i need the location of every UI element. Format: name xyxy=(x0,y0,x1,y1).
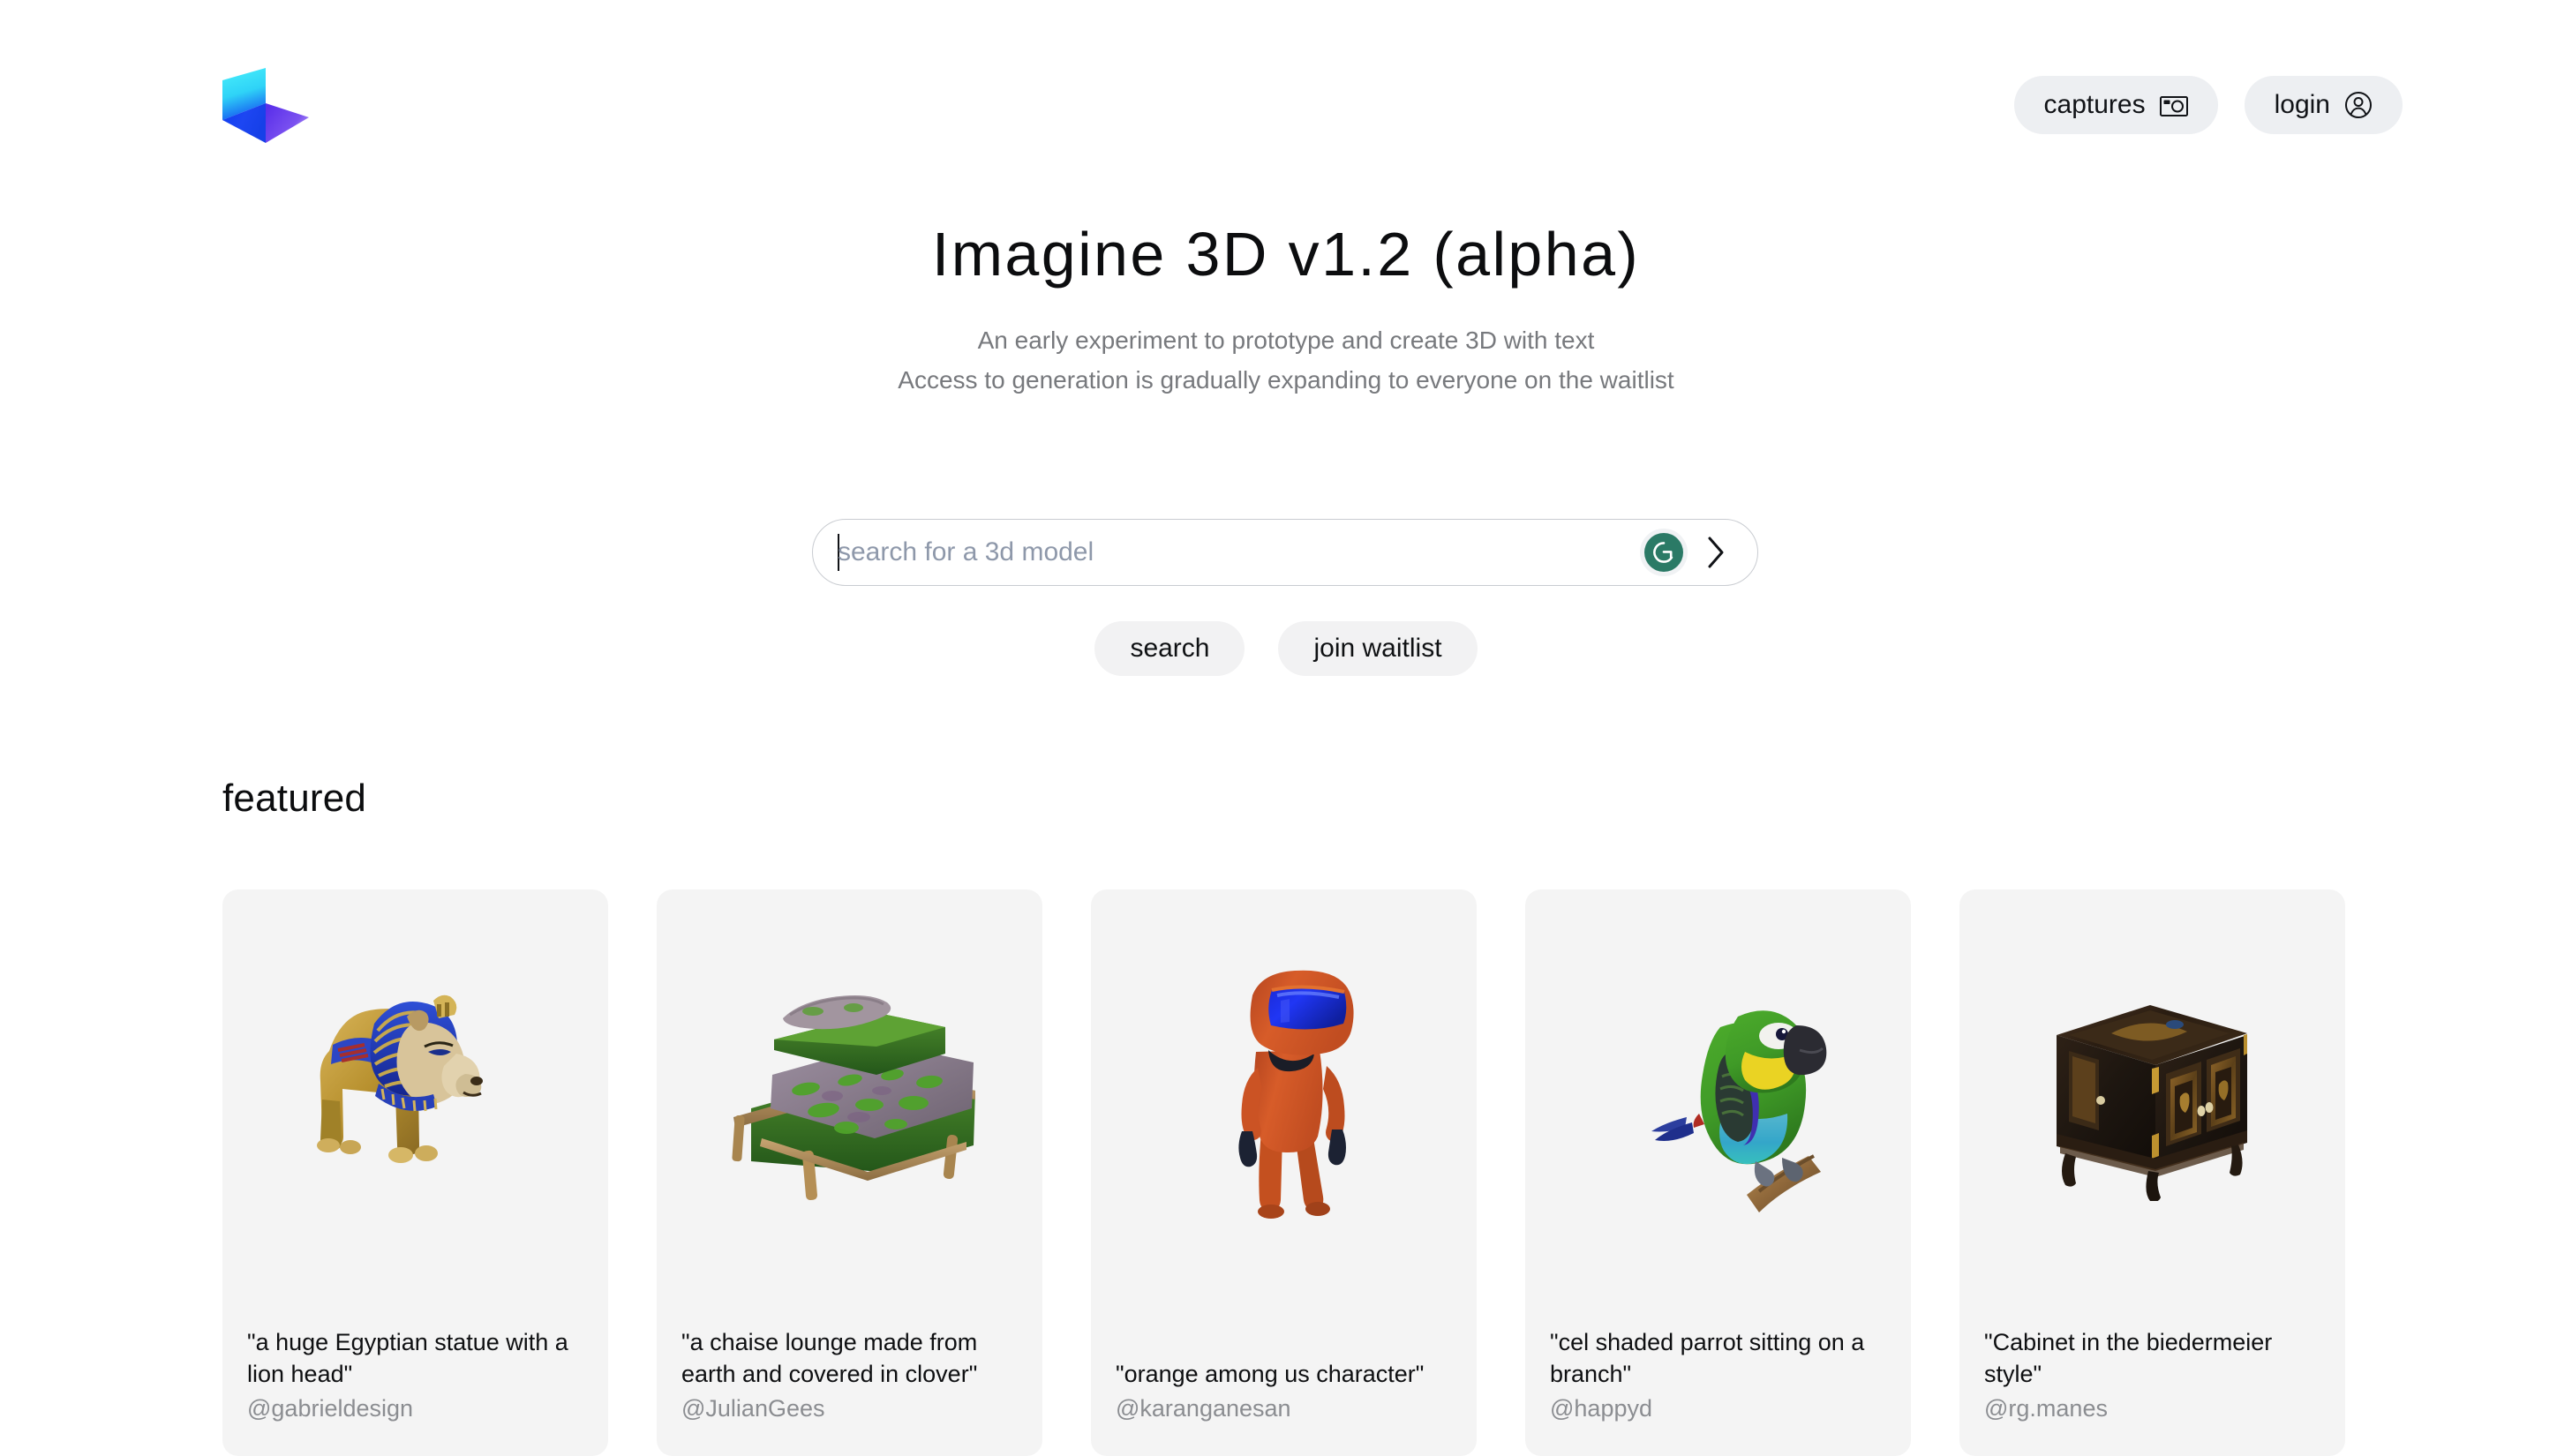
grammarly-icon[interactable] xyxy=(1644,533,1683,572)
featured-card[interactable]: "a huge Egyptian statue with a lion head… xyxy=(222,889,608,1456)
card-title: "a huge Egyptian statue with a lion head… xyxy=(247,1328,568,1388)
card-author: @rg.manes xyxy=(1984,1395,2108,1422)
card-author: @karanganesan xyxy=(1116,1395,1291,1422)
card-title: "Cabinet in the biedermeier style" xyxy=(1984,1328,2273,1388)
biedermeier-cabinet-thumbnail xyxy=(1959,889,2345,1291)
card-author: @happyd xyxy=(1550,1395,1652,1422)
egyptian-lion-statue-thumbnail xyxy=(222,889,608,1291)
search-submit-chevron-right-icon[interactable] xyxy=(1696,532,1736,573)
featured-card[interactable]: "a chaise lounge made from earth and cov… xyxy=(657,889,1042,1456)
camera-icon xyxy=(2159,94,2188,116)
hero-subtitle-line-2: Access to generation is gradually expand… xyxy=(898,366,1674,394)
imagine-3d-logo[interactable] xyxy=(219,53,311,159)
featured-card[interactable]: "orange among us character" @karanganesa… xyxy=(1091,889,1477,1456)
orange-among-us-character-thumbnail xyxy=(1091,889,1477,1291)
join-waitlist-button[interactable]: join waitlist xyxy=(1278,621,1478,676)
featured-cards: "a huge Egyptian statue with a lion head… xyxy=(222,889,2358,1456)
cel-shaded-parrot-thumbnail xyxy=(1525,889,1911,1291)
card-title: "cel shaded parrot sitting on a branch" xyxy=(1550,1328,1865,1388)
card-meta: "orange among us character" @karanganesa… xyxy=(1116,1358,1457,1422)
card-title: "orange among us character" xyxy=(1116,1361,1425,1388)
hero-subtitle-line-1: An early experiment to prototype and cre… xyxy=(977,326,1595,354)
captures-button[interactable]: captures xyxy=(2013,76,2218,134)
card-meta: "Cabinet in the biedermeier style" @rg.m… xyxy=(1984,1326,2326,1422)
card-meta: "a huge Egyptian statue with a lion head… xyxy=(247,1326,589,1422)
mossy-chaise-lounge-thumbnail xyxy=(657,889,1042,1291)
page-title: Imagine 3D v1.2 (alpha) xyxy=(931,220,1641,289)
card-author: @JulianGees xyxy=(681,1395,825,1422)
card-meta: "cel shaded parrot sitting on a branch" … xyxy=(1550,1326,1891,1422)
search-bar[interactable] xyxy=(812,519,1758,586)
card-author: @gabrieldesign xyxy=(247,1395,414,1422)
card-title: "a chaise lounge made from earth and cov… xyxy=(681,1328,978,1388)
hero-section: Imagine 3D v1.2 (alpha) An early experim… xyxy=(0,221,2572,401)
login-button[interactable]: login xyxy=(2244,76,2403,134)
page-header: captures login xyxy=(0,0,2572,185)
search-input[interactable] xyxy=(838,526,1644,579)
featured-card[interactable]: "cel shaded parrot sitting on a branch" … xyxy=(1525,889,1911,1456)
hero-subtitle: An early experiment to prototype and cre… xyxy=(0,320,2572,401)
captures-label: captures xyxy=(2043,90,2146,119)
header-actions: captures login xyxy=(2013,76,2403,134)
card-meta: "a chaise lounge made from earth and cov… xyxy=(681,1326,1023,1422)
featured-heading: featured xyxy=(222,777,367,820)
user-circle-icon xyxy=(2344,91,2373,119)
search-button[interactable]: search xyxy=(1094,621,1245,676)
featured-card[interactable]: "Cabinet in the biedermeier style" @rg.m… xyxy=(1959,889,2345,1456)
login-label: login xyxy=(2274,90,2330,119)
app-root: captures login Imagine 3D v1.2 (alpha) A… xyxy=(0,0,2572,1456)
hero-action-buttons: search join waitlist xyxy=(0,621,2572,676)
